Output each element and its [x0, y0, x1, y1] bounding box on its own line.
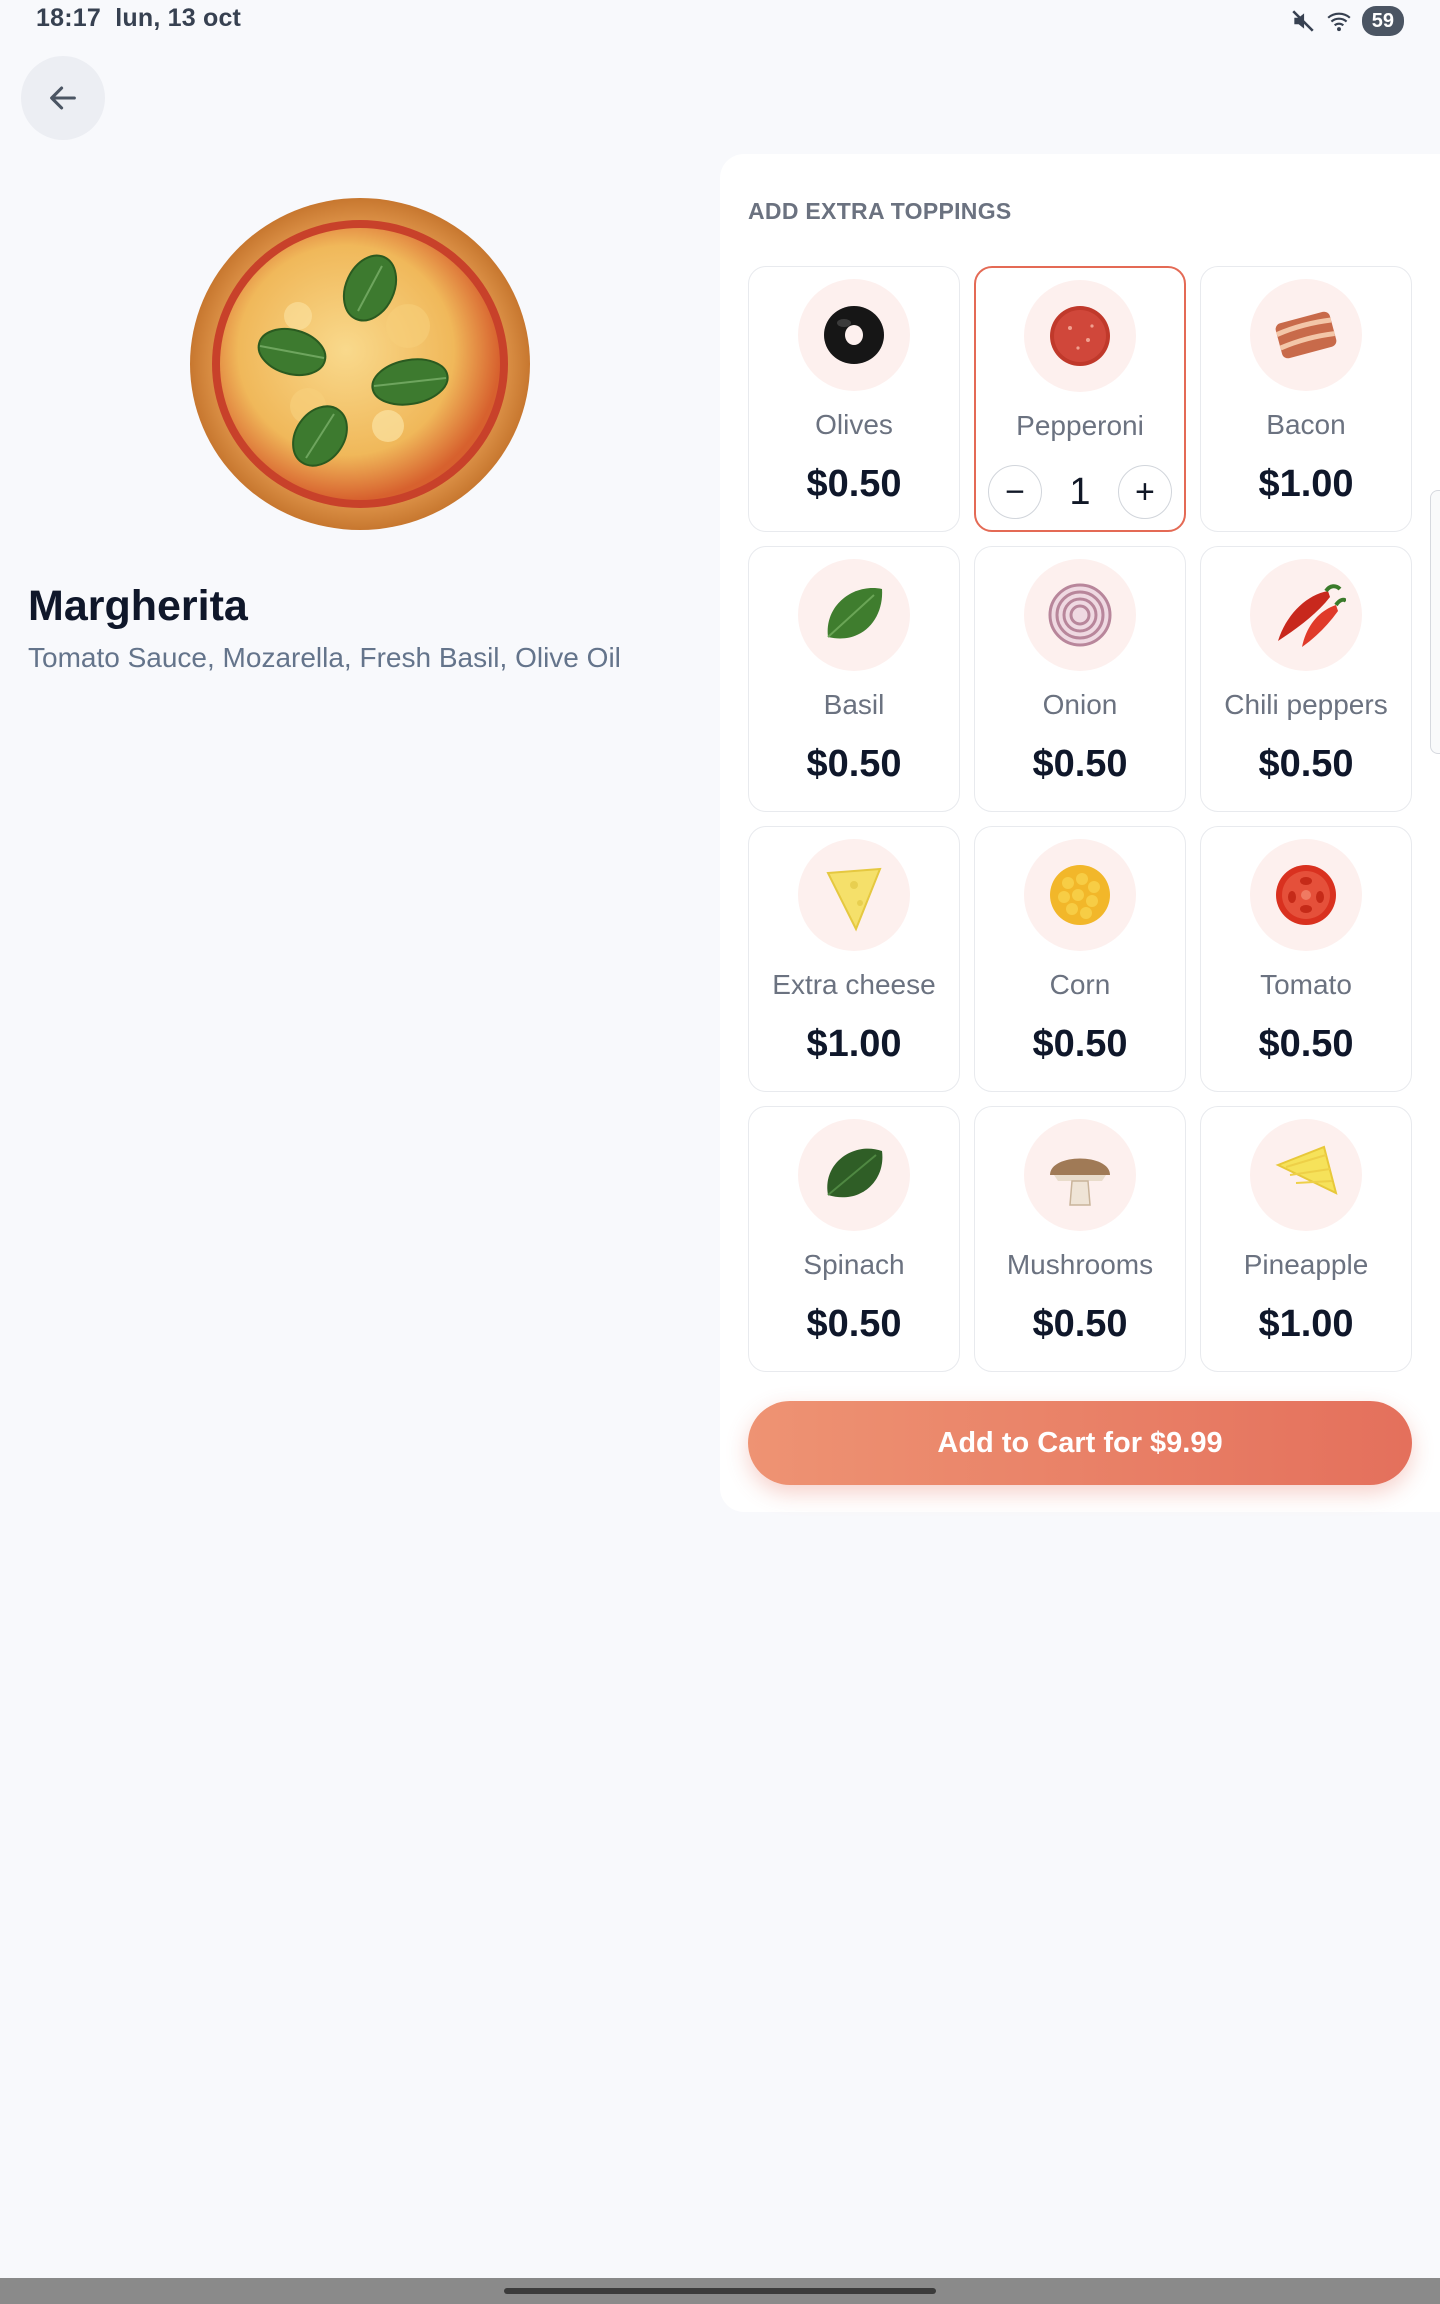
status-icons: 59 — [1290, 6, 1404, 36]
home-gesture-handle[interactable] — [504, 2288, 936, 2294]
topping-card-pineapple[interactable]: Pineapple $1.00 — [1200, 1106, 1412, 1372]
topping-name: Pepperoni — [1016, 410, 1144, 441]
status-bar: 18:17 lun, 13 oct 59 — [0, 0, 1440, 42]
topping-name: Spinach — [803, 1249, 905, 1280]
topping-price: $0.50 — [1032, 1303, 1128, 1345]
topping-card-tomato[interactable]: Tomato $0.50 — [1200, 826, 1412, 1092]
basil-icon — [798, 559, 910, 671]
topping-name: Pineapple — [1243, 1249, 1369, 1280]
pineapple-icon — [1250, 1119, 1362, 1231]
back-button[interactable] — [21, 56, 105, 140]
topping-card-corn[interactable]: Corn $0.50 — [974, 826, 1186, 1092]
topping-price: $0.50 — [1032, 743, 1128, 785]
decrement-button[interactable]: − — [988, 465, 1042, 519]
pizza-image — [188, 196, 532, 532]
product-description: Tomato Sauce, Mozarella, Fresh Basil, Ol… — [28, 642, 621, 673]
status-date: lun, 13 oct — [115, 4, 242, 32]
topping-card-basil[interactable]: Basil $0.50 — [748, 546, 960, 812]
battery-badge: 59 — [1361, 6, 1404, 36]
quantity-stepper: − 1 + — [988, 464, 1172, 520]
topping-price: $0.50 — [1032, 1023, 1128, 1065]
topping-card-spinach[interactable]: Spinach $0.50 — [748, 1106, 960, 1372]
topping-name: Olives — [815, 409, 893, 440]
chili-icon — [1250, 559, 1362, 671]
topping-name: Chili peppers — [1224, 689, 1388, 720]
side-scroll-handle[interactable] — [1430, 490, 1440, 754]
topping-card-bacon[interactable]: Bacon $1.00 — [1200, 266, 1412, 532]
toppings-heading: ADD EXTRA TOPPINGS — [748, 198, 1012, 224]
topping-card-onion[interactable]: Onion $0.50 — [974, 546, 1186, 812]
topping-card-olives[interactable]: Olives $0.50 — [748, 266, 960, 532]
mushroom-icon — [1024, 1119, 1136, 1231]
arrow-left-icon — [50, 86, 76, 110]
tomato-icon — [1250, 839, 1362, 951]
status-time: 18:17 — [36, 4, 101, 32]
wifi-icon — [1327, 12, 1351, 32]
toppings-grid: Olives $0.50 Pepperoni − 1 + Bacon $1.00 — [748, 266, 1412, 1372]
topping-name: Onion — [1042, 689, 1118, 720]
topping-price: $0.50 — [1258, 1023, 1354, 1065]
topping-card-extra-cheese[interactable]: Extra cheese $1.00 — [748, 826, 960, 1092]
topping-price: $0.50 — [806, 743, 902, 785]
topping-name: Tomato — [1260, 969, 1352, 1000]
product-title: Margherita — [28, 582, 248, 630]
topping-price: $0.50 — [806, 463, 902, 505]
add-to-cart-button[interactable]: Add to Cart for $9.99 — [748, 1401, 1412, 1485]
navigation-bar — [0, 2278, 1440, 2304]
topping-price: $0.50 — [806, 1303, 902, 1345]
mute-icon — [1292, 10, 1314, 32]
increment-button[interactable]: + — [1117, 465, 1172, 519]
bacon-icon — [1250, 279, 1362, 391]
topping-name: Bacon — [1266, 409, 1346, 440]
olive-icon — [798, 279, 910, 391]
status-time-date: 18:17 lun, 13 oct — [36, 4, 241, 33]
corn-icon — [1024, 839, 1136, 951]
quantity-value: 1 — [1069, 470, 1091, 513]
topping-name: Extra cheese — [772, 969, 936, 1000]
spinach-icon — [798, 1119, 910, 1231]
pepperoni-icon — [1024, 280, 1136, 392]
topping-card-pepperoni[interactable]: Pepperoni − 1 + — [974, 266, 1186, 532]
topping-price: $1.00 — [1258, 463, 1354, 505]
topping-price: $0.50 — [1258, 743, 1354, 785]
topping-card-chili-peppers[interactable]: Chili peppers $0.50 — [1200, 546, 1412, 812]
toppings-panel: ADD EXTRA TOPPINGS Olives $0.50 Pepperon… — [720, 154, 1440, 1512]
topping-price: $1.00 — [806, 1023, 902, 1065]
topping-card-mushrooms[interactable]: Mushrooms $0.50 — [974, 1106, 1186, 1372]
topping-price: $1.00 — [1258, 1303, 1354, 1345]
topping-name: Basil — [823, 689, 885, 720]
topping-name: Corn — [1049, 969, 1111, 1000]
onion-icon — [1024, 559, 1136, 671]
topping-name: Mushrooms — [1006, 1249, 1154, 1280]
cheese-icon — [798, 839, 910, 951]
